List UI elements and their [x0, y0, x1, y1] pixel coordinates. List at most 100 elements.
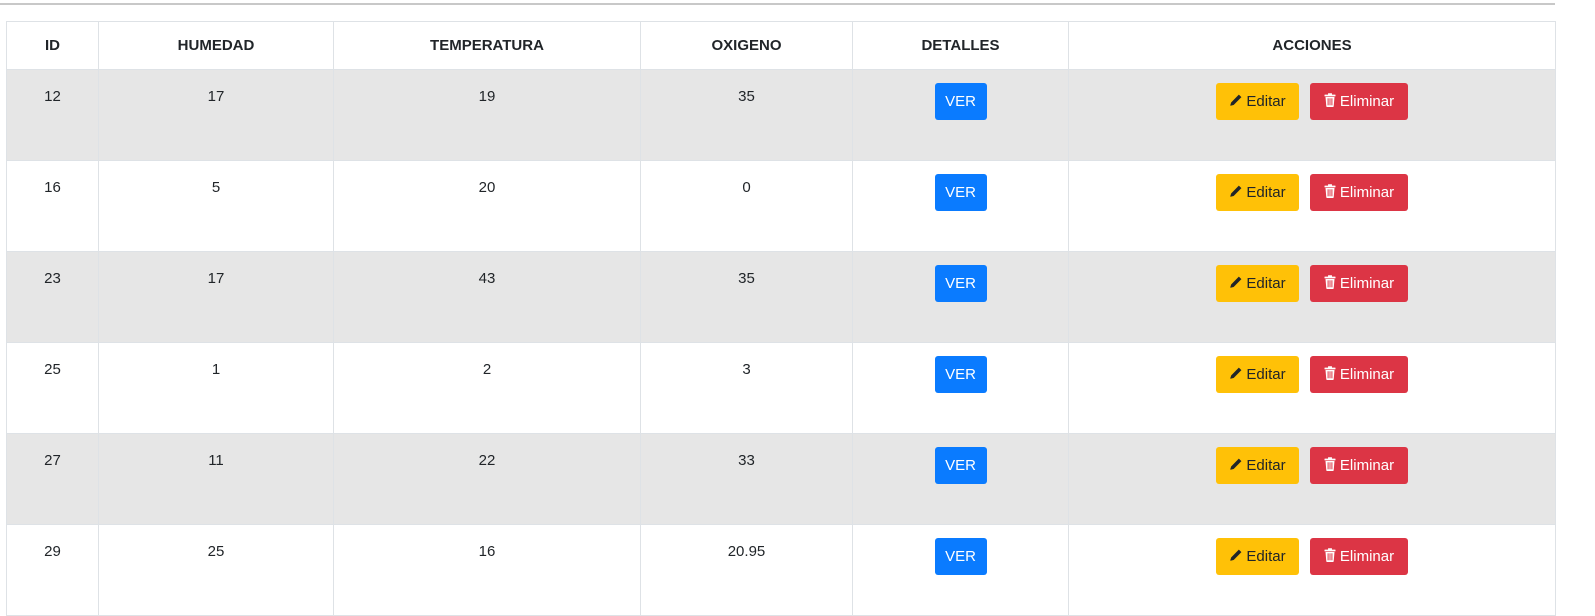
header-temperatura: TEMPERATURA: [333, 21, 641, 70]
cell-detalles: VER: [852, 69, 1069, 161]
cell-oxigeno: 35: [640, 251, 853, 343]
ver-button[interactable]: VER: [934, 538, 987, 575]
oxigeno-value: 20.95: [727, 543, 766, 560]
oxigeno-value: 0: [742, 179, 751, 196]
delete-button[interactable]: Eliminar: [1310, 447, 1408, 484]
ver-button[interactable]: VER: [934, 356, 987, 393]
cell-humedad: 5: [98, 160, 334, 252]
trash-icon: [1324, 184, 1336, 199]
cell-temperatura: 20: [333, 160, 641, 252]
cell-temperatura: 2: [333, 342, 641, 434]
temperatura-value: 22: [478, 452, 496, 469]
edit-label: Editar: [1246, 366, 1286, 383]
temperatura-value: 20: [478, 179, 496, 196]
id-value: 29: [44, 543, 61, 560]
humedad-value: 17: [207, 270, 225, 287]
top-divider: [0, 3, 1555, 5]
cell-id: 16: [6, 160, 99, 252]
pencil-icon: [1229, 276, 1242, 289]
cell-humedad: 11: [98, 433, 334, 525]
cell-oxigeno: 20.95: [640, 524, 853, 616]
id-value: 12: [44, 88, 61, 105]
pencil-icon: [1229, 185, 1242, 198]
edit-label: Editar: [1246, 548, 1286, 565]
edit-label: Editar: [1246, 93, 1286, 110]
cell-acciones: Editar Eliminar: [1068, 160, 1556, 252]
table-row: 25 1 2 3 VER Editar Eliminar: [6, 342, 1556, 434]
cell-oxigeno: 33: [640, 433, 853, 525]
id-value: 27: [44, 452, 61, 469]
cell-temperatura: 22: [333, 433, 641, 525]
humedad-value: 25: [207, 543, 225, 560]
cell-acciones: Editar Eliminar: [1068, 251, 1556, 343]
delete-button[interactable]: Eliminar: [1310, 356, 1408, 393]
oxigeno-value: 35: [738, 270, 755, 287]
ver-button[interactable]: VER: [934, 447, 987, 484]
ver-button[interactable]: VER: [934, 83, 987, 120]
cell-acciones: Editar Eliminar: [1068, 342, 1556, 434]
temperatura-value: 43: [478, 270, 496, 287]
edit-button[interactable]: Editar: [1216, 356, 1299, 393]
table-row: 29 25 16 20.95 VER Editar Eliminar: [6, 524, 1556, 616]
delete-label: Eliminar: [1339, 93, 1395, 110]
cell-temperatura: 43: [333, 251, 641, 343]
oxigeno-value: 33: [738, 452, 755, 469]
delete-label: Eliminar: [1339, 275, 1395, 292]
edit-button[interactable]: Editar: [1216, 447, 1299, 484]
table-row: 16 5 20 0 VER Editar Eliminar: [6, 160, 1556, 252]
delete-button[interactable]: Eliminar: [1310, 83, 1408, 120]
cell-acciones: Editar Eliminar: [1068, 69, 1556, 161]
delete-button[interactable]: Eliminar: [1310, 538, 1408, 575]
pencil-icon: [1229, 549, 1242, 562]
cell-id: 12: [6, 69, 99, 161]
trash-icon: [1324, 457, 1336, 472]
trash-icon: [1324, 366, 1336, 381]
cell-oxigeno: 3: [640, 342, 853, 434]
delete-button[interactable]: Eliminar: [1310, 174, 1408, 211]
table-row: 23 17 43 35 VER Editar Eliminar: [6, 251, 1556, 343]
edit-button[interactable]: Editar: [1216, 83, 1299, 120]
data-table-container: ID HUMEDAD TEMPERATURA OXIGENO DETALLES …: [6, 21, 1556, 616]
id-value: 25: [44, 361, 61, 378]
cell-humedad: 17: [98, 69, 334, 161]
delete-label: Eliminar: [1339, 184, 1395, 201]
delete-button[interactable]: Eliminar: [1310, 265, 1408, 302]
trash-icon: [1324, 548, 1336, 563]
ver-button[interactable]: VER: [934, 174, 987, 211]
edit-button[interactable]: Editar: [1216, 265, 1299, 302]
header-humedad: HUMEDAD: [98, 21, 334, 70]
table-row: 27 11 22 33 VER Editar Eliminar: [6, 433, 1556, 525]
trash-icon: [1324, 275, 1336, 290]
cell-temperatura: 19: [333, 69, 641, 161]
table-header-row: ID HUMEDAD TEMPERATURA OXIGENO DETALLES …: [6, 21, 1556, 70]
edit-button[interactable]: Editar: [1216, 174, 1299, 211]
cell-detalles: VER: [852, 160, 1069, 252]
cell-acciones: Editar Eliminar: [1068, 524, 1556, 616]
edit-button[interactable]: Editar: [1216, 538, 1299, 575]
oxigeno-value: 3: [742, 361, 751, 378]
cell-acciones: Editar Eliminar: [1068, 433, 1556, 525]
header-id: ID: [6, 21, 99, 70]
humedad-value: 1: [211, 361, 221, 378]
cell-detalles: VER: [852, 342, 1069, 434]
ver-button[interactable]: VER: [934, 265, 987, 302]
temperatura-value: 16: [478, 543, 496, 560]
cell-id: 29: [6, 524, 99, 616]
cell-id: 25: [6, 342, 99, 434]
humedad-value: 11: [208, 452, 224, 469]
edit-label: Editar: [1246, 275, 1286, 292]
cell-humedad: 17: [98, 251, 334, 343]
id-value: 16: [44, 179, 61, 196]
humedad-value: 5: [211, 179, 221, 196]
cell-temperatura: 16: [333, 524, 641, 616]
pencil-icon: [1229, 367, 1242, 380]
cell-id: 23: [6, 251, 99, 343]
trash-icon: [1324, 93, 1336, 108]
cell-id: 27: [6, 433, 99, 525]
table-body: 12 17 19 35 VER Editar Eliminar 16 5 20 0…: [6, 69, 1556, 616]
oxigeno-value: 35: [738, 88, 755, 105]
cell-oxigeno: 35: [640, 69, 853, 161]
header-acciones: ACCIONES: [1068, 21, 1556, 70]
id-value: 23: [44, 270, 61, 287]
edit-label: Editar: [1246, 184, 1286, 201]
